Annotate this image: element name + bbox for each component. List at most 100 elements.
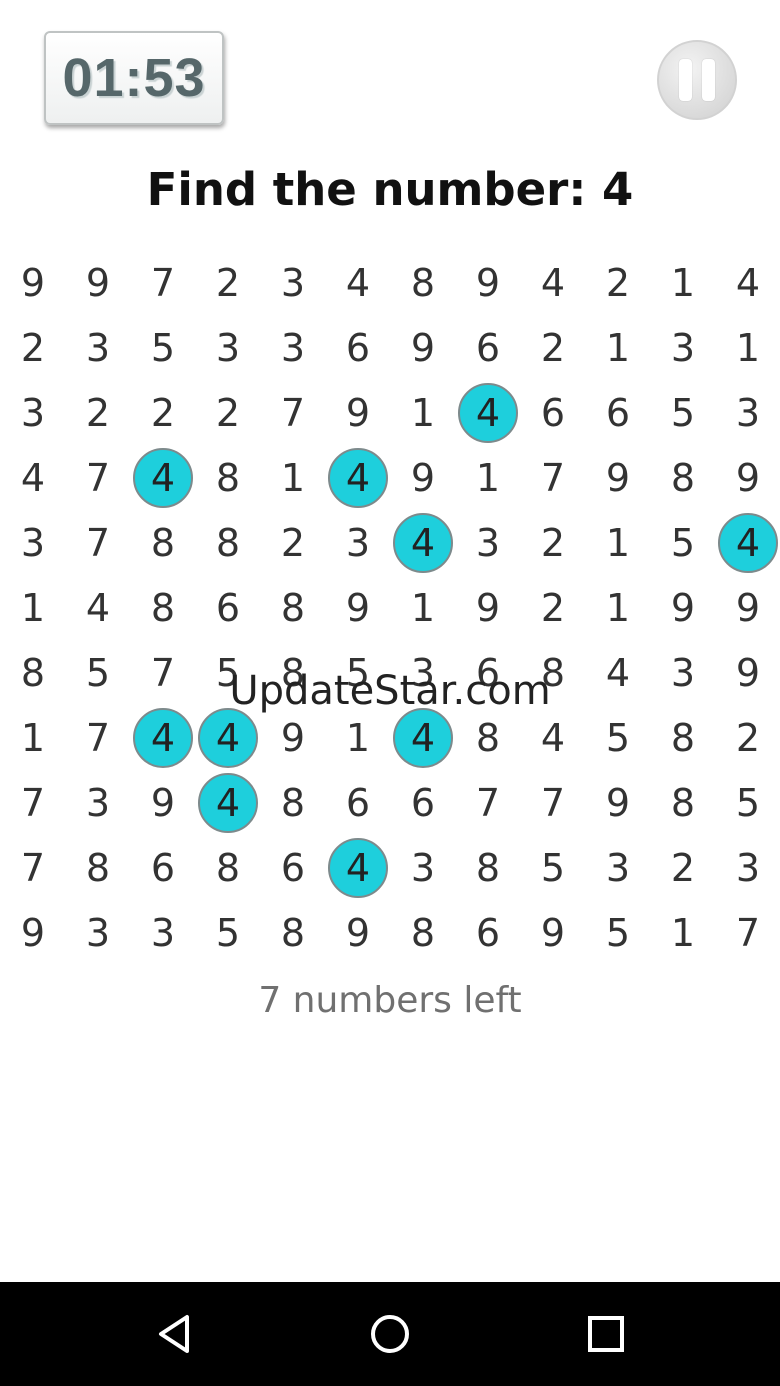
grid-cell[interactable]: 8	[3, 643, 63, 703]
grid-cell-found[interactable]: 4	[718, 513, 778, 573]
grid-cell[interactable]: 9	[588, 448, 648, 508]
grid-cell[interactable]: 2	[3, 318, 63, 378]
grid-cell[interactable]: 9	[523, 903, 583, 963]
home-button[interactable]	[360, 1304, 420, 1364]
grid-cell-found[interactable]: 4	[393, 513, 453, 573]
grid-cell[interactable]: 1	[328, 708, 388, 768]
grid-cell[interactable]: 5	[198, 903, 258, 963]
grid-cell[interactable]: 6	[328, 318, 388, 378]
grid-cell[interactable]: 2	[198, 383, 258, 443]
grid-cell-found[interactable]: 4	[133, 448, 193, 508]
grid-cell[interactable]: 8	[198, 513, 258, 573]
grid-cell[interactable]: 1	[653, 253, 713, 313]
grid-cell[interactable]: 3	[68, 318, 128, 378]
grid-cell[interactable]: 5	[653, 383, 713, 443]
grid-cell[interactable]: 8	[198, 838, 258, 898]
grid-cell[interactable]: 3	[328, 513, 388, 573]
grid-cell[interactable]: 5	[523, 838, 583, 898]
grid-cell[interactable]: 9	[718, 578, 778, 638]
grid-cell[interactable]: 7	[263, 383, 323, 443]
grid-cell[interactable]: 7	[68, 513, 128, 573]
grid-cell[interactable]: 9	[68, 253, 128, 313]
grid-cell[interactable]: 5	[68, 643, 128, 703]
grid-cell-found[interactable]: 4	[133, 708, 193, 768]
grid-cell[interactable]: 6	[458, 643, 518, 703]
grid-cell[interactable]: 1	[393, 383, 453, 443]
grid-cell[interactable]: 7	[458, 773, 518, 833]
grid-cell[interactable]: 8	[263, 773, 323, 833]
grid-cell[interactable]: 3	[263, 318, 323, 378]
pause-button[interactable]	[657, 40, 737, 120]
grid-cell[interactable]: 2	[198, 253, 258, 313]
grid-cell[interactable]: 3	[653, 643, 713, 703]
grid-cell[interactable]: 3	[3, 383, 63, 443]
grid-cell[interactable]: 1	[393, 578, 453, 638]
grid-cell[interactable]: 7	[68, 708, 128, 768]
grid-cell[interactable]: 3	[198, 318, 258, 378]
grid-cell[interactable]: 6	[263, 838, 323, 898]
grid-cell[interactable]: 9	[133, 773, 193, 833]
grid-cell[interactable]: 8	[68, 838, 128, 898]
grid-cell[interactable]: 4	[718, 253, 778, 313]
grid-cell[interactable]: 2	[523, 578, 583, 638]
grid-cell[interactable]: 8	[653, 773, 713, 833]
grid-cell[interactable]: 8	[653, 708, 713, 768]
grid-cell[interactable]: 7	[3, 838, 63, 898]
grid-cell-found[interactable]: 4	[328, 448, 388, 508]
grid-cell[interactable]: 3	[588, 838, 648, 898]
grid-cell[interactable]: 4	[588, 643, 648, 703]
grid-cell[interactable]: 8	[133, 578, 193, 638]
grid-cell[interactable]: 6	[133, 838, 193, 898]
grid-cell[interactable]: 3	[133, 903, 193, 963]
grid-cell[interactable]: 3	[263, 253, 323, 313]
grid-cell[interactable]: 4	[68, 578, 128, 638]
grid-cell[interactable]: 5	[588, 708, 648, 768]
grid-cell[interactable]: 1	[458, 448, 518, 508]
recents-button[interactable]	[576, 1304, 636, 1364]
grid-cell[interactable]: 3	[3, 513, 63, 573]
grid-cell[interactable]: 9	[718, 643, 778, 703]
grid-cell[interactable]: 1	[653, 903, 713, 963]
grid-cell[interactable]: 9	[328, 903, 388, 963]
grid-cell[interactable]: 9	[718, 448, 778, 508]
grid-cell[interactable]: 1	[588, 578, 648, 638]
grid-cell[interactable]: 9	[458, 253, 518, 313]
grid-cell[interactable]: 3	[68, 903, 128, 963]
grid-cell[interactable]: 3	[653, 318, 713, 378]
grid-cell[interactable]: 2	[133, 383, 193, 443]
grid-cell[interactable]: 9	[3, 903, 63, 963]
grid-cell[interactable]: 6	[328, 773, 388, 833]
grid-cell-found[interactable]: 4	[198, 708, 258, 768]
grid-cell[interactable]: 6	[393, 773, 453, 833]
grid-cell-found[interactable]: 4	[393, 708, 453, 768]
grid-cell[interactable]: 6	[588, 383, 648, 443]
grid-cell[interactable]: 2	[523, 513, 583, 573]
grid-cell[interactable]: 5	[328, 643, 388, 703]
grid-cell[interactable]: 3	[393, 643, 453, 703]
grid-cell-found[interactable]: 4	[458, 383, 518, 443]
grid-cell[interactable]: 2	[263, 513, 323, 573]
grid-cell[interactable]: 8	[393, 253, 453, 313]
grid-cell[interactable]: 9	[3, 253, 63, 313]
grid-cell[interactable]: 7	[68, 448, 128, 508]
grid-cell[interactable]: 8	[653, 448, 713, 508]
grid-cell[interactable]: 5	[653, 513, 713, 573]
grid-cell[interactable]: 9	[393, 448, 453, 508]
grid-cell[interactable]: 8	[458, 708, 518, 768]
grid-cell[interactable]: 7	[523, 448, 583, 508]
grid-cell[interactable]: 6	[458, 318, 518, 378]
grid-cell[interactable]: 9	[328, 383, 388, 443]
grid-cell[interactable]: 2	[523, 318, 583, 378]
grid-cell[interactable]: 4	[523, 253, 583, 313]
grid-cell[interactable]: 7	[133, 253, 193, 313]
grid-cell[interactable]: 2	[653, 838, 713, 898]
grid-cell[interactable]: 2	[68, 383, 128, 443]
grid-cell[interactable]: 4	[328, 253, 388, 313]
grid-cell[interactable]: 3	[718, 838, 778, 898]
grid-cell[interactable]: 8	[263, 903, 323, 963]
grid-cell[interactable]: 9	[328, 578, 388, 638]
grid-cell[interactable]: 8	[458, 838, 518, 898]
grid-cell[interactable]: 5	[133, 318, 193, 378]
grid-cell[interactable]: 5	[588, 903, 648, 963]
grid-cell[interactable]: 6	[458, 903, 518, 963]
